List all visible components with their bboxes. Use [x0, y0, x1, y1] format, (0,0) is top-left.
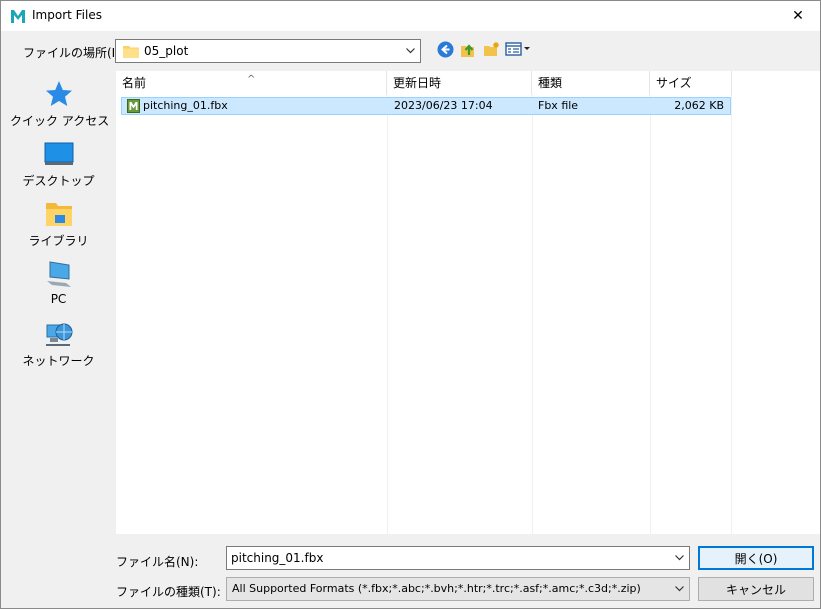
window-title: Import Files: [32, 8, 102, 22]
column-header-label: 更新日時: [393, 76, 442, 90]
maya-app-icon: [10, 8, 26, 24]
pc-icon: [47, 261, 71, 287]
view-menu-button[interactable]: [505, 39, 531, 59]
filetype-label: ファイルの種類(T):: [116, 585, 221, 599]
folder-icon: [123, 46, 139, 58]
place-label: ネットワーク: [22, 354, 95, 368]
cancel-button[interactable]: キャンセル: [698, 577, 814, 601]
column-header-size[interactable]: サイズ: [650, 71, 732, 95]
place-desktop[interactable]: デスクトップ: [10, 139, 107, 195]
places-bar: クイック アクセス デスクトップ ライブラリ PC ネットワーク: [10, 69, 110, 534]
column-separator: [650, 95, 651, 534]
column-header-label: 種類: [538, 76, 563, 90]
new-folder-icon: [483, 41, 499, 56]
place-label: ライブラリ: [28, 234, 89, 248]
place-libraries[interactable]: ライブラリ: [10, 199, 107, 255]
sort-ascending-icon: ^: [247, 74, 256, 85]
filetype-value: All Supported Formats (*.fbx;*.abc;*.bvh…: [232, 582, 641, 595]
chevron-down-icon[interactable]: [669, 578, 689, 600]
place-pc[interactable]: PC: [10, 259, 107, 315]
column-header-label: 名前: [122, 76, 147, 90]
column-header-type[interactable]: 種類: [532, 71, 650, 95]
location-label: ファイルの場所(I):: [23, 46, 124, 60]
chevron-down-icon[interactable]: [669, 547, 689, 569]
close-button[interactable]: ✕: [776, 1, 820, 31]
file-size: 2,062 KB: [674, 99, 724, 112]
network-icon: [46, 323, 73, 346]
column-header-name[interactable]: 名前 ^: [116, 71, 387, 95]
filetype-select[interactable]: All Supported Formats (*.fbx;*.abc;*.bvh…: [226, 577, 690, 601]
file-name: pitching_01.fbx: [143, 99, 228, 112]
up-folder-icon: [460, 43, 474, 57]
desktop-icon: [44, 142, 74, 165]
column-header-date[interactable]: 更新日時: [387, 71, 532, 95]
filename-label: ファイル名(N):: [116, 555, 199, 569]
back-button[interactable]: [435, 39, 455, 59]
filename-input[interactable]: [227, 547, 667, 569]
place-label: PC: [50, 292, 67, 306]
filename-combo[interactable]: [226, 546, 690, 570]
cancel-button-label: キャンセル: [725, 582, 786, 597]
library-icon: [46, 203, 72, 226]
chevron-down-icon[interactable]: [400, 40, 420, 62]
import-files-dialog: Import Files ✕ ファイルの場所(I): 05_plot クイック …: [0, 0, 821, 609]
location-value: 05_plot: [144, 44, 189, 58]
up-one-level-button[interactable]: [458, 39, 478, 59]
column-header-label: サイズ: [656, 76, 692, 90]
title-bar: Import Files ✕: [1, 1, 820, 31]
close-icon: ✕: [792, 8, 804, 24]
fbx-file-icon: [127, 99, 140, 113]
place-label: デスクトップ: [22, 174, 95, 188]
column-separator: [731, 95, 732, 534]
open-button-label: 開く(O): [734, 551, 778, 566]
column-separator: [387, 95, 388, 534]
place-quick-access[interactable]: クイック アクセス: [10, 79, 110, 135]
view-grid-icon: [505, 42, 530, 56]
location-dropdown[interactable]: 05_plot: [115, 39, 421, 63]
new-folder-button[interactable]: [481, 39, 501, 59]
file-type: Fbx file: [538, 99, 579, 112]
file-date: 2023/06/23 17:04: [394, 99, 493, 112]
place-network[interactable]: ネットワーク: [10, 319, 107, 375]
column-separator: [532, 95, 533, 534]
file-list-view[interactable]: 名前 ^ 更新日時 種類 サイズ pitching_01.fbx 2023/06…: [116, 71, 820, 534]
file-row[interactable]: pitching_01.fbx 2023/06/23 17:04 Fbx fil…: [121, 97, 731, 115]
quick-access-star-icon: [46, 81, 72, 106]
place-label: クイック アクセス: [10, 114, 110, 128]
back-arrow-icon: [437, 41, 453, 57]
open-button[interactable]: 開く(O): [698, 546, 814, 570]
